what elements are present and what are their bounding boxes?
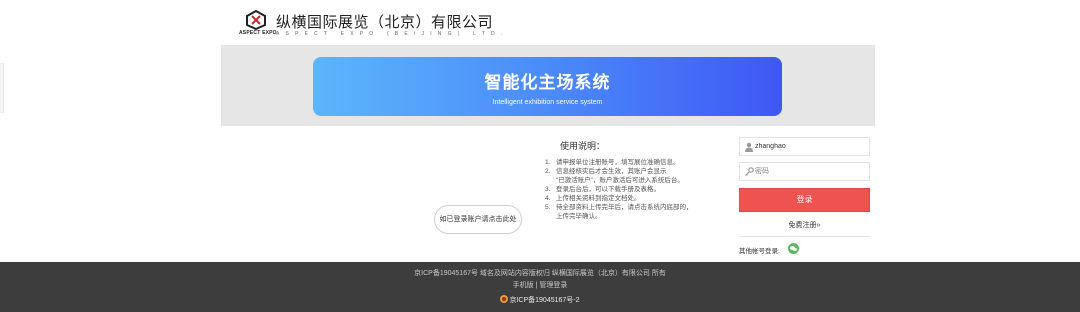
other-login-label: 其他帐号登录:: [739, 248, 780, 255]
free-register-link[interactable]: 免费注册»: [739, 220, 870, 230]
instructions-list: 1. 请申报单位注册账号，填写展位准确信息。 2. 信息经核实后才会生效，其账户会显…: [545, 158, 730, 221]
company-logo-icon: [246, 10, 266, 30]
hero-card: 智能化主场系统 Intelligent exhibition service s…: [313, 57, 782, 116]
logo-text: ASPECT EXPO: [239, 30, 277, 36]
police-record-text[interactable]: 京ICP备19045167号-2: [509, 297, 579, 304]
page: ASPECT EXPO 纵横国际展览（北京）有限公司 ASPECT EXPO (…: [0, 0, 1080, 312]
admin-login-link[interactable]: 管理登录: [539, 282, 567, 289]
key-icon: [745, 167, 754, 176]
user-icon: [745, 142, 753, 152]
list-item: 2. 信息经核实后才会生效，其账户会显示: [545, 168, 667, 175]
company-english-name: ASPECT EXPO (BEIJING) LTD.: [276, 31, 509, 37]
police-record[interactable]: 京ICP备19045167号-2: [0, 295, 1080, 305]
mobile-version-link[interactable]: 手机版: [513, 282, 534, 289]
police-badge-icon: [500, 295, 509, 303]
instructions-title: 使用说明：: [560, 141, 606, 151]
list-item: 3. 登录后台后，可以下载手册及表格。: [545, 186, 660, 193]
company-name: 纵横国际展览（北京）有限公司: [276, 14, 494, 31]
divider: [739, 236, 870, 237]
username-field[interactable]: [739, 137, 870, 156]
wechat-icon[interactable]: [788, 243, 799, 254]
footer: 京ICP备19045167号 域名及网站内容版权归 纵横国际展览（北京）有限公司…: [0, 262, 1080, 312]
logged-in-link-button[interactable]: 如已登录账户请点击此处: [434, 205, 522, 234]
side-tab[interactable]: [0, 63, 4, 113]
copyright-text: 京ICP备19045167号 域名及网站内容版权归 纵横国际展览（北京）有限公司…: [414, 270, 666, 277]
list-item: 1. 请申报单位注册账号，填写展位准确信息。: [545, 159, 680, 166]
list-item: 上传完毕确认。: [556, 213, 602, 220]
list-item: “已激活账户”，账户激活后可进入系统后台。: [556, 177, 684, 184]
password-field[interactable]: [739, 162, 870, 181]
footer-separator: |: [535, 282, 538, 289]
footer-links: 手机版 | 管理登录: [0, 280, 1080, 290]
hero-subtitle: Intelligent exhibition service system: [492, 99, 603, 106]
hero-title: 智能化主场系统: [484, 73, 611, 92]
login-button[interactable]: 登录: [739, 188, 870, 212]
username-input[interactable]: [755, 139, 867, 154]
list-item: 4. 上传相关资料到指定文档处。: [545, 195, 641, 202]
list-item: 5. 待全部资料上传完毕后，请点击系统内底部的，: [545, 204, 693, 211]
password-input[interactable]: [755, 164, 867, 179]
